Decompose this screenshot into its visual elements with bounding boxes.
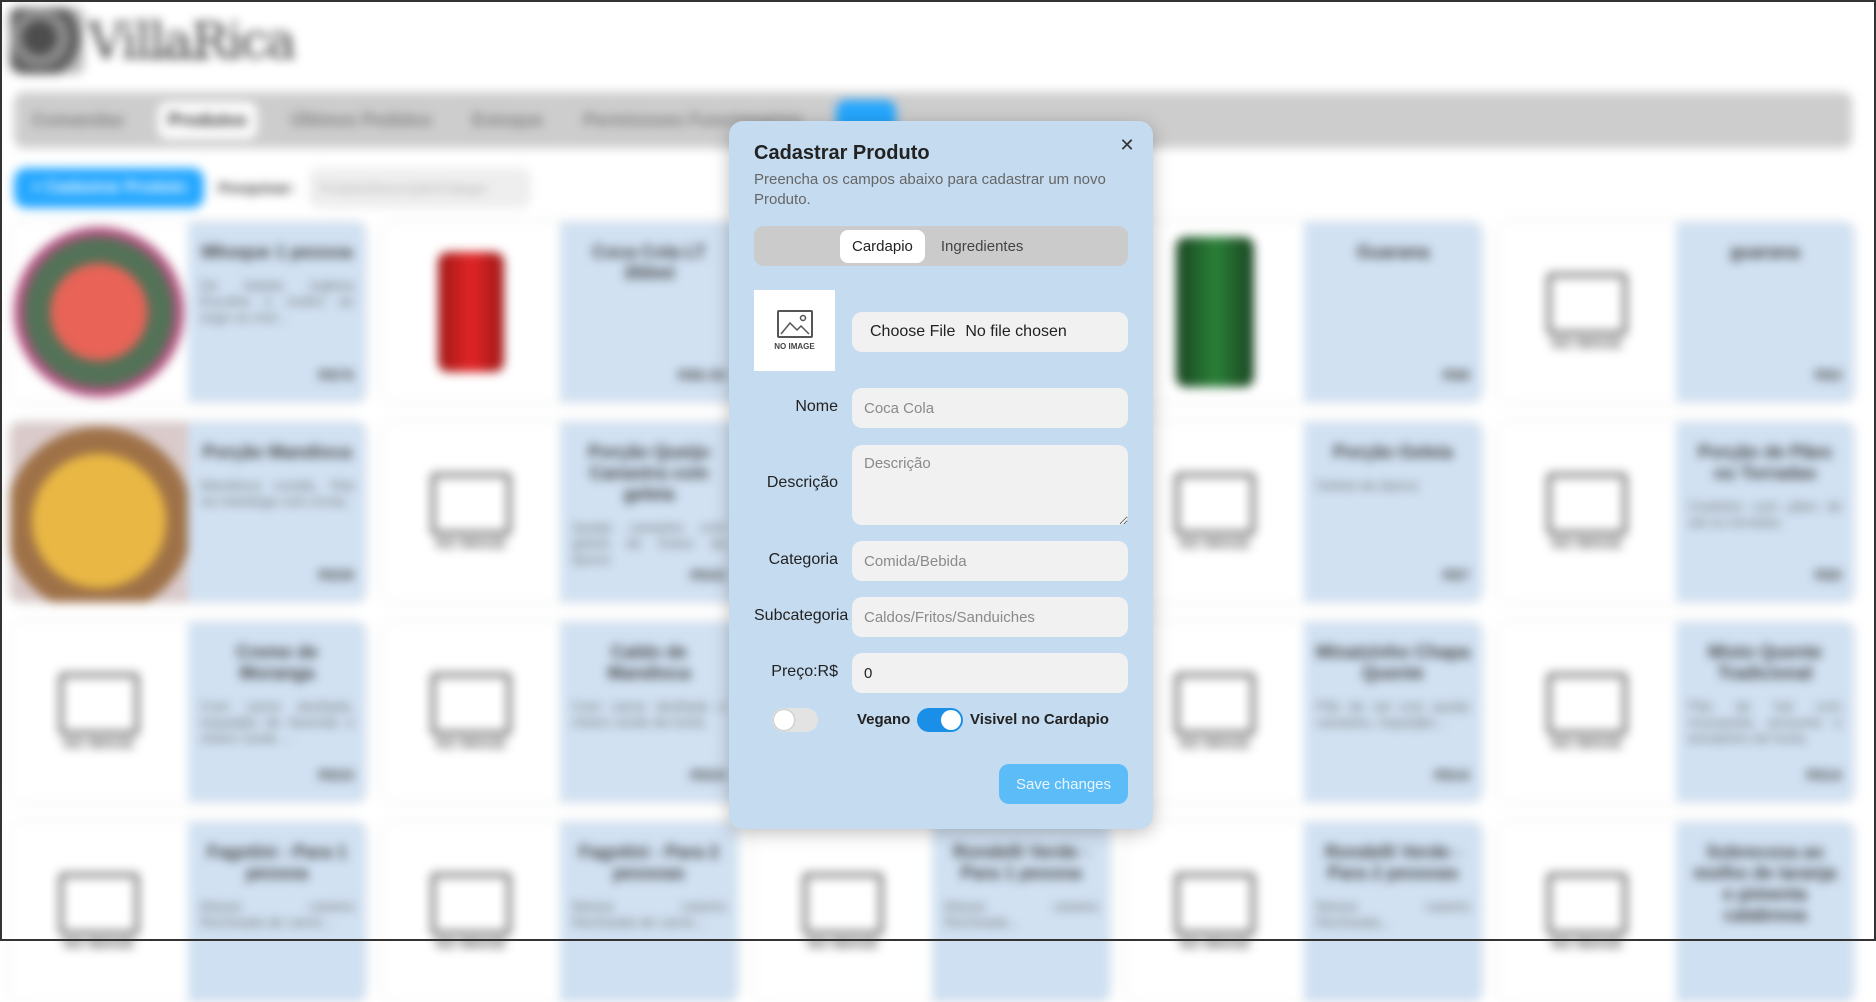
vegano-toggle[interactable]	[772, 708, 818, 732]
descricao-field[interactable]	[852, 445, 1128, 525]
visivel-toggle[interactable]	[917, 708, 963, 732]
subcategoria-field[interactable]	[852, 597, 1128, 637]
modal-tabs: Cardapio Ingredientes	[754, 226, 1128, 266]
no-image-text: NO IMAGE	[774, 342, 814, 351]
image-preview: NO IMAGE	[754, 290, 835, 371]
toggle-knob	[774, 710, 794, 730]
nome-field[interactable]	[852, 388, 1128, 428]
modal-subtitle: Preencha os campos abaixo para cadastrar…	[754, 170, 1134, 210]
save-changes-button[interactable]: Save changes	[999, 764, 1128, 804]
file-status: No file chosen	[965, 323, 1066, 341]
preco-label: Preço:R$	[754, 663, 838, 681]
subcategoria-label: Subcategoria	[754, 607, 838, 625]
nome-label: Nome	[754, 398, 838, 416]
preco-field[interactable]	[852, 653, 1128, 693]
vegano-label: Vegano	[857, 711, 910, 728]
file-input[interactable]: Choose File No file chosen	[852, 312, 1128, 352]
close-icon[interactable]: ✕	[1117, 135, 1137, 155]
modal-title: Cadastrar Produto	[754, 142, 930, 165]
tab-cardapio[interactable]: Cardapio	[840, 230, 925, 263]
register-product-modal: Cadastrar Produto Preencha os campos aba…	[729, 121, 1153, 829]
categoria-label: Categoria	[754, 551, 838, 569]
descricao-label: Descrição	[754, 474, 838, 492]
tab-ingredientes[interactable]: Ingredientes	[929, 230, 1036, 263]
choose-file-button[interactable]: Choose File	[870, 323, 955, 341]
toggle-knob	[941, 710, 961, 730]
image-placeholder-icon	[777, 310, 813, 338]
categoria-field[interactable]	[852, 541, 1128, 581]
visivel-label: Visivel no Cardapio	[970, 711, 1109, 728]
